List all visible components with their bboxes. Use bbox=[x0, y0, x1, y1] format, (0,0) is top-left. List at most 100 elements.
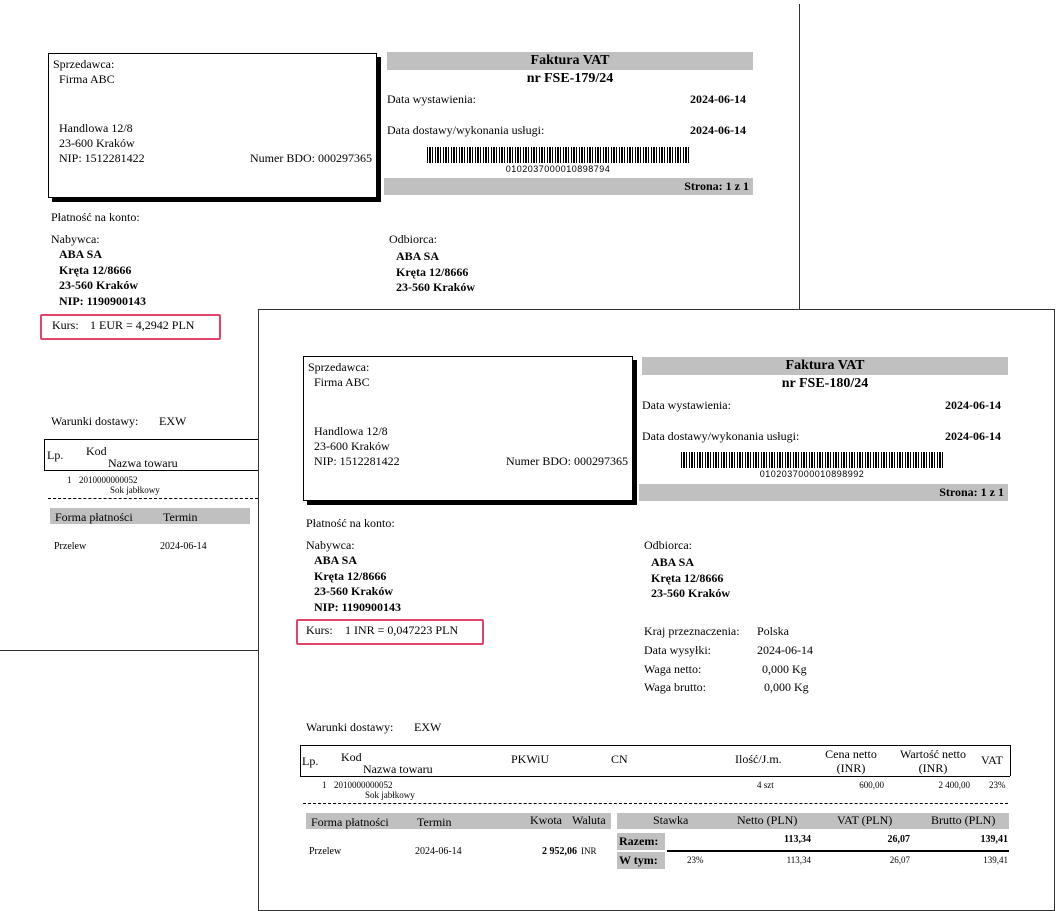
col-lp: Lp. bbox=[302, 754, 319, 768]
buyer-city: 23-560 Kraków bbox=[59, 278, 138, 292]
buyer-label: Nabywca: bbox=[51, 232, 100, 246]
recipient-street: Kręta 12/8666 bbox=[396, 265, 469, 279]
seller-nip: NIP: 1512281422 bbox=[59, 151, 145, 165]
delivery-date-label: Data dostawy/wykonania usługi: bbox=[387, 123, 545, 137]
payment-term-label: Termin bbox=[417, 815, 452, 829]
row-name: Sok jabłkowy bbox=[110, 485, 160, 495]
delivery-terms-label: Warunki dostawy: bbox=[51, 414, 139, 428]
page-indicator: Strona: 1 z 1 bbox=[639, 484, 1008, 501]
payment-account-label: Płatność na konto: bbox=[306, 516, 395, 530]
seller-name: Firma ABC bbox=[59, 72, 115, 86]
col-cn: CN bbox=[611, 752, 628, 766]
buyer-city: 23-560 Kraków bbox=[314, 584, 393, 598]
recipient-label: Odbiorca: bbox=[644, 538, 692, 552]
seller-city: 23-600 Kraków bbox=[59, 136, 135, 150]
delivery-terms-label: Warunki dostawy: bbox=[306, 720, 394, 734]
buyer-nip: NIP: 1190900143 bbox=[314, 600, 401, 614]
payment-account-label: Płatność na konto: bbox=[51, 210, 140, 224]
summary-rate-label: Stawka bbox=[653, 813, 689, 827]
buyer-street: Kręta 12/8666 bbox=[59, 263, 132, 277]
recipient-label: Odbiorca: bbox=[389, 232, 437, 246]
summary-net-label: Netto (PLN) bbox=[737, 813, 798, 827]
payment-currency: INR bbox=[581, 846, 597, 856]
col-kod: Kod bbox=[86, 444, 107, 458]
ship-date: 2024-06-14 bbox=[757, 643, 813, 657]
payment-term: 2024-06-14 bbox=[415, 846, 462, 857]
gross-weight-label: Waga brutto: bbox=[644, 680, 707, 694]
invoice-title: Faktura VAT bbox=[387, 52, 753, 70]
buyer-street: Kręta 12/8666 bbox=[314, 569, 387, 583]
buyer-nip: NIP: 1190900143 bbox=[59, 294, 146, 308]
delivery-terms: EXW bbox=[414, 720, 442, 734]
row-name: Sok jabłkowy bbox=[365, 790, 415, 800]
row-code: 2010000000052 bbox=[79, 475, 138, 485]
row-lp: 1 bbox=[322, 780, 327, 790]
summary-total-gross: 139,41 bbox=[980, 834, 1009, 845]
payment-form-label: Forma płatności bbox=[311, 815, 389, 829]
payment-amount-label: Kwota bbox=[530, 813, 562, 827]
seller-street: Handlowa 12/8 bbox=[314, 424, 388, 438]
summary-incl-label: W tym: bbox=[617, 852, 665, 869]
row-vat: 23% bbox=[989, 780, 1006, 790]
col-name: Nazwa towaru bbox=[363, 762, 433, 776]
barcode bbox=[681, 452, 943, 468]
seller-box: Sprzedawca: Firma ABC Handlowa 12/8 23-6… bbox=[48, 53, 377, 198]
summary-total-vat: 26,07 bbox=[887, 834, 911, 845]
destination-country: Polska bbox=[757, 624, 790, 638]
summary-incl-vat: 26,07 bbox=[889, 855, 910, 865]
barcode-number: 0102037000010898992 bbox=[759, 469, 865, 479]
issue-date: 2024-06-14 bbox=[945, 398, 1001, 412]
payment-currency-label: Waluta bbox=[572, 813, 606, 827]
issue-date: 2024-06-14 bbox=[690, 92, 746, 106]
buyer-name: ABA SA bbox=[314, 553, 358, 567]
col-qty: Ilość/J.m. bbox=[735, 752, 782, 766]
col-value-net: Wartość netto bbox=[899, 747, 966, 761]
delivery-terms: EXW bbox=[159, 414, 187, 428]
col-kod: Kod bbox=[341, 750, 362, 764]
row-qty: 4 szt bbox=[757, 780, 774, 790]
recipient-city: 23-560 Kraków bbox=[396, 280, 475, 294]
buyer-label: Nabywca: bbox=[306, 538, 355, 552]
buyer-name: ABA SA bbox=[59, 247, 103, 261]
barcode-number: 0102037000010898794 bbox=[505, 164, 611, 174]
recipient-name: ABA SA bbox=[651, 555, 695, 569]
payment-form-label: Forma płatności bbox=[55, 510, 133, 524]
recipient-city: 23-560 Kraków bbox=[651, 586, 730, 600]
ship-date-label: Data wysyłki: bbox=[644, 643, 711, 657]
recipient-name: ABA SA bbox=[396, 249, 440, 263]
summary-vat-label: VAT (PLN) bbox=[837, 813, 893, 827]
summary-incl-rate: 23% bbox=[687, 855, 704, 865]
col-name: Nazwa towaru bbox=[108, 456, 178, 470]
col-price-net: Cena netto bbox=[825, 747, 877, 761]
col-pkwiu: PKWiU bbox=[511, 752, 550, 766]
delivery-date: 2024-06-14 bbox=[690, 123, 746, 137]
payment-term-label: Termin bbox=[163, 510, 198, 524]
col-value-currency: (INR) bbox=[918, 761, 948, 775]
seller-label: Sprzedawca: bbox=[308, 360, 370, 374]
destination-country-label: Kraj przeznaczenia: bbox=[644, 624, 740, 638]
invoice-number: nr FSE-179/24 bbox=[526, 71, 614, 86]
invoice-title: Faktura VAT bbox=[642, 357, 1008, 375]
seller-label: Sprzedawca: bbox=[53, 57, 115, 71]
invoice-number: nr FSE-180/24 bbox=[781, 376, 869, 391]
net-weight: 0,000 Kg bbox=[762, 662, 807, 676]
payment-form: Przelew bbox=[309, 846, 342, 857]
seller-bdo: Numer BDO: 000297365 bbox=[506, 454, 628, 468]
issue-date-label: Data wystawienia: bbox=[387, 92, 476, 106]
payment-amount: 2 952,06 bbox=[542, 846, 577, 857]
payment-term: 2024-06-14 bbox=[160, 541, 207, 552]
col-vat: VAT bbox=[981, 753, 1003, 767]
recipient-street: Kręta 12/8666 bbox=[651, 571, 724, 585]
payment-form: Przelew bbox=[54, 541, 87, 552]
summary-total-label: Razem: bbox=[617, 833, 665, 850]
seller-box: Sprzedawca: Firma ABC Handlowa 12/8 23-6… bbox=[303, 356, 633, 501]
invoice-sheet-180: Sprzedawca: Firma ABC Handlowa 12/8 23-6… bbox=[258, 309, 1055, 911]
summary-gross-label: Brutto (PLN) bbox=[931, 813, 996, 827]
summary-incl-net: 113,34 bbox=[786, 855, 811, 865]
col-lp: Lp. bbox=[47, 448, 64, 462]
col-price-currency: (INR) bbox=[836, 761, 866, 775]
summary-total-net: 113,34 bbox=[784, 834, 811, 845]
row-value: 2 400,00 bbox=[938, 780, 971, 790]
delivery-date: 2024-06-14 bbox=[945, 429, 1001, 443]
row-price: 600,00 bbox=[859, 780, 884, 790]
